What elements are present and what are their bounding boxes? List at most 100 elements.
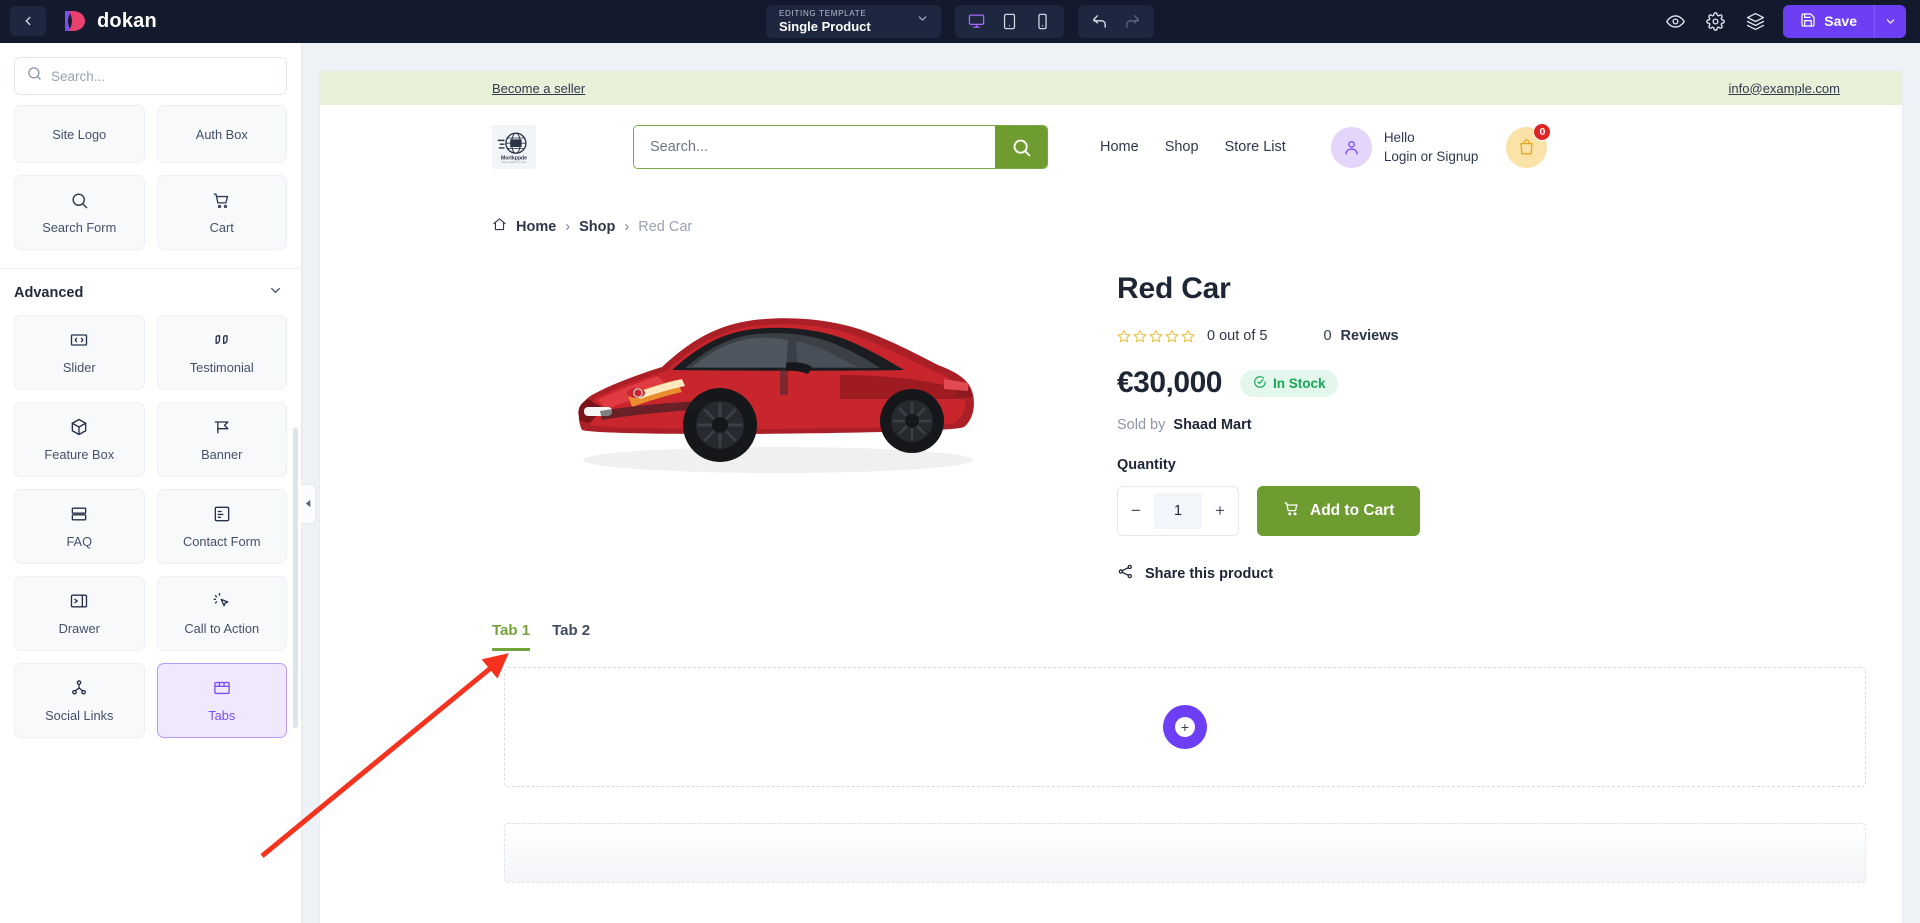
site-search-form[interactable] bbox=[633, 125, 1048, 169]
brand-name: dokan bbox=[97, 9, 157, 32]
nav-item-home[interactable]: Home bbox=[1100, 139, 1139, 155]
widget-call-to-action[interactable]: Call to Action bbox=[156, 576, 287, 651]
back-button[interactable] bbox=[10, 6, 46, 36]
share-product-row[interactable]: Share this product bbox=[1117, 563, 1637, 584]
widget-auth-box[interactable]: Auth Box bbox=[156, 105, 287, 163]
add-widget-button[interactable]: + bbox=[1163, 705, 1207, 749]
contact-email-link[interactable]: info@example.com bbox=[1729, 81, 1840, 96]
reviews-label: Reviews bbox=[1340, 328, 1399, 344]
widget-grid-basic: Site Logo Auth Box Search Form Cart bbox=[0, 105, 301, 250]
site-cart-button[interactable]: 0 bbox=[1506, 122, 1552, 168]
sidebar-collapse-handle[interactable] bbox=[301, 484, 316, 524]
stack-rows-icon bbox=[69, 504, 89, 524]
quantity-decrement-button[interactable]: − bbox=[1118, 487, 1154, 535]
save-button-group: Save bbox=[1783, 4, 1906, 38]
widget-slider[interactable]: Slider bbox=[14, 315, 145, 390]
chevron-left-icon bbox=[304, 495, 313, 513]
widget-label: Site Logo bbox=[52, 126, 107, 142]
product-info: Red Car 0 out of 5 0 Reviews €30,000 In … bbox=[1117, 250, 1637, 584]
preview-eye-icon[interactable] bbox=[1663, 9, 1687, 33]
widget-testimonial[interactable]: Testimonial bbox=[156, 315, 287, 390]
site-search-input[interactable] bbox=[634, 126, 995, 168]
tabs-icon bbox=[212, 678, 232, 698]
vendor-name[interactable]: Shaad Mart bbox=[1173, 417, 1251, 433]
reviews-link[interactable]: 0 Reviews bbox=[1323, 328, 1398, 344]
widget-search-form[interactable]: Search Form bbox=[14, 175, 145, 250]
next-section-dropzone[interactable] bbox=[504, 823, 1866, 883]
widget-label: Feature Box bbox=[44, 447, 115, 462]
breadcrumb: Home › Shop › Red Car bbox=[320, 189, 1902, 236]
sidebar-scrollbar[interactable] bbox=[293, 428, 298, 728]
account-login-link[interactable]: Login or Signup bbox=[1384, 147, 1479, 166]
quote-icon bbox=[212, 330, 232, 350]
site-search-button[interactable] bbox=[995, 126, 1047, 168]
tab-1[interactable]: Tab 1 bbox=[492, 622, 531, 651]
share-label: Share this product bbox=[1145, 565, 1274, 582]
device-desktop-button[interactable] bbox=[961, 8, 992, 35]
redo-button[interactable] bbox=[1117, 8, 1148, 35]
quantity-label: Quantity bbox=[1117, 457, 1176, 473]
share-nodes-icon bbox=[69, 678, 89, 698]
sidebar-search-wrap bbox=[0, 43, 301, 105]
cart-icon bbox=[212, 191, 231, 210]
widget-banner[interactable]: Banner bbox=[156, 402, 287, 477]
product-gallery[interactable] bbox=[492, 250, 1057, 515]
site-main-nav: Home Shop Store List bbox=[1100, 139, 1286, 155]
nav-item-store-list[interactable]: Store List bbox=[1225, 139, 1286, 155]
template-selector[interactable]: EDITING TEMPLATE Single Product bbox=[766, 4, 941, 38]
widget-feature-box[interactable]: Feature Box bbox=[14, 402, 145, 477]
nav-item-shop[interactable]: Shop bbox=[1165, 139, 1199, 155]
section-advanced-header[interactable]: Advanced bbox=[0, 269, 301, 315]
rating-value: 0 out of 5 bbox=[1207, 328, 1268, 344]
device-preview-group bbox=[955, 4, 1064, 38]
widget-social-links[interactable]: Social Links bbox=[14, 663, 145, 738]
breadcrumb-item-home[interactable]: Home bbox=[516, 219, 556, 235]
save-button[interactable]: Save bbox=[1783, 5, 1874, 38]
widget-label: Drawer bbox=[58, 621, 100, 636]
widget-label: FAQ bbox=[66, 534, 93, 549]
topbar-right-controls: Save bbox=[1663, 4, 1906, 38]
widget-faq[interactable]: FAQ bbox=[14, 489, 145, 564]
editor-topbar: dokan EDITING TEMPLATE Single Product Sa… bbox=[0, 0, 1920, 43]
widget-contact-form[interactable]: Contact Form bbox=[156, 489, 287, 564]
rating-stars[interactable] bbox=[1117, 329, 1195, 343]
sold-by-label: Sold by bbox=[1117, 417, 1166, 433]
search-input[interactable] bbox=[51, 68, 274, 84]
tab-panel-dropzone[interactable]: + bbox=[504, 667, 1866, 787]
sidebar-search-box[interactable] bbox=[14, 57, 287, 95]
widget-site-logo[interactable]: Site Logo bbox=[14, 105, 145, 163]
widget-cart[interactable]: Cart bbox=[156, 175, 287, 250]
section-title: Advanced bbox=[14, 285, 84, 301]
gear-icon[interactable] bbox=[1703, 9, 1727, 33]
check-circle-icon bbox=[1253, 375, 1267, 392]
undo-button[interactable] bbox=[1084, 8, 1115, 35]
quantity-increment-button[interactable]: + bbox=[1202, 487, 1238, 535]
widget-drawer[interactable]: Drawer bbox=[14, 576, 145, 651]
topbar-center-controls: EDITING TEMPLATE Single Product bbox=[766, 0, 1154, 43]
become-a-seller-link[interactable]: Become a seller bbox=[492, 81, 585, 96]
tab-2[interactable]: Tab 2 bbox=[552, 622, 590, 651]
device-mobile-button[interactable] bbox=[1027, 8, 1058, 35]
save-label: Save bbox=[1824, 13, 1857, 29]
site-logo[interactable]: Morlkppde Super conducts our store bbox=[492, 125, 536, 169]
slider-icon bbox=[69, 330, 89, 350]
add-to-cart-button[interactable]: Add to Cart bbox=[1257, 486, 1421, 536]
widget-label: Cart bbox=[209, 219, 234, 235]
dokan-mark-icon bbox=[62, 8, 88, 34]
svg-text:Super conducts our store: Super conducts our store bbox=[501, 161, 527, 164]
save-icon bbox=[1800, 12, 1816, 31]
widget-label: Social Links bbox=[45, 708, 114, 723]
breadcrumb-separator: › bbox=[565, 218, 571, 235]
brand-logo: dokan bbox=[62, 8, 157, 34]
layers-icon[interactable] bbox=[1743, 9, 1767, 33]
account-area[interactable]: Hello Login or Signup bbox=[1330, 126, 1479, 168]
product-title: Red Car bbox=[1117, 272, 1231, 305]
quantity-value[interactable]: 1 bbox=[1154, 493, 1202, 529]
device-tablet-button[interactable] bbox=[994, 8, 1025, 35]
widget-label: Search Form bbox=[42, 219, 117, 235]
chevron-down-icon bbox=[916, 12, 929, 30]
widget-tabs[interactable]: Tabs bbox=[156, 663, 287, 738]
save-options-chevron-icon[interactable] bbox=[1874, 4, 1906, 38]
breadcrumb-item-shop[interactable]: Shop bbox=[579, 219, 615, 235]
quantity-stepper[interactable]: − 1 + bbox=[1117, 486, 1239, 536]
